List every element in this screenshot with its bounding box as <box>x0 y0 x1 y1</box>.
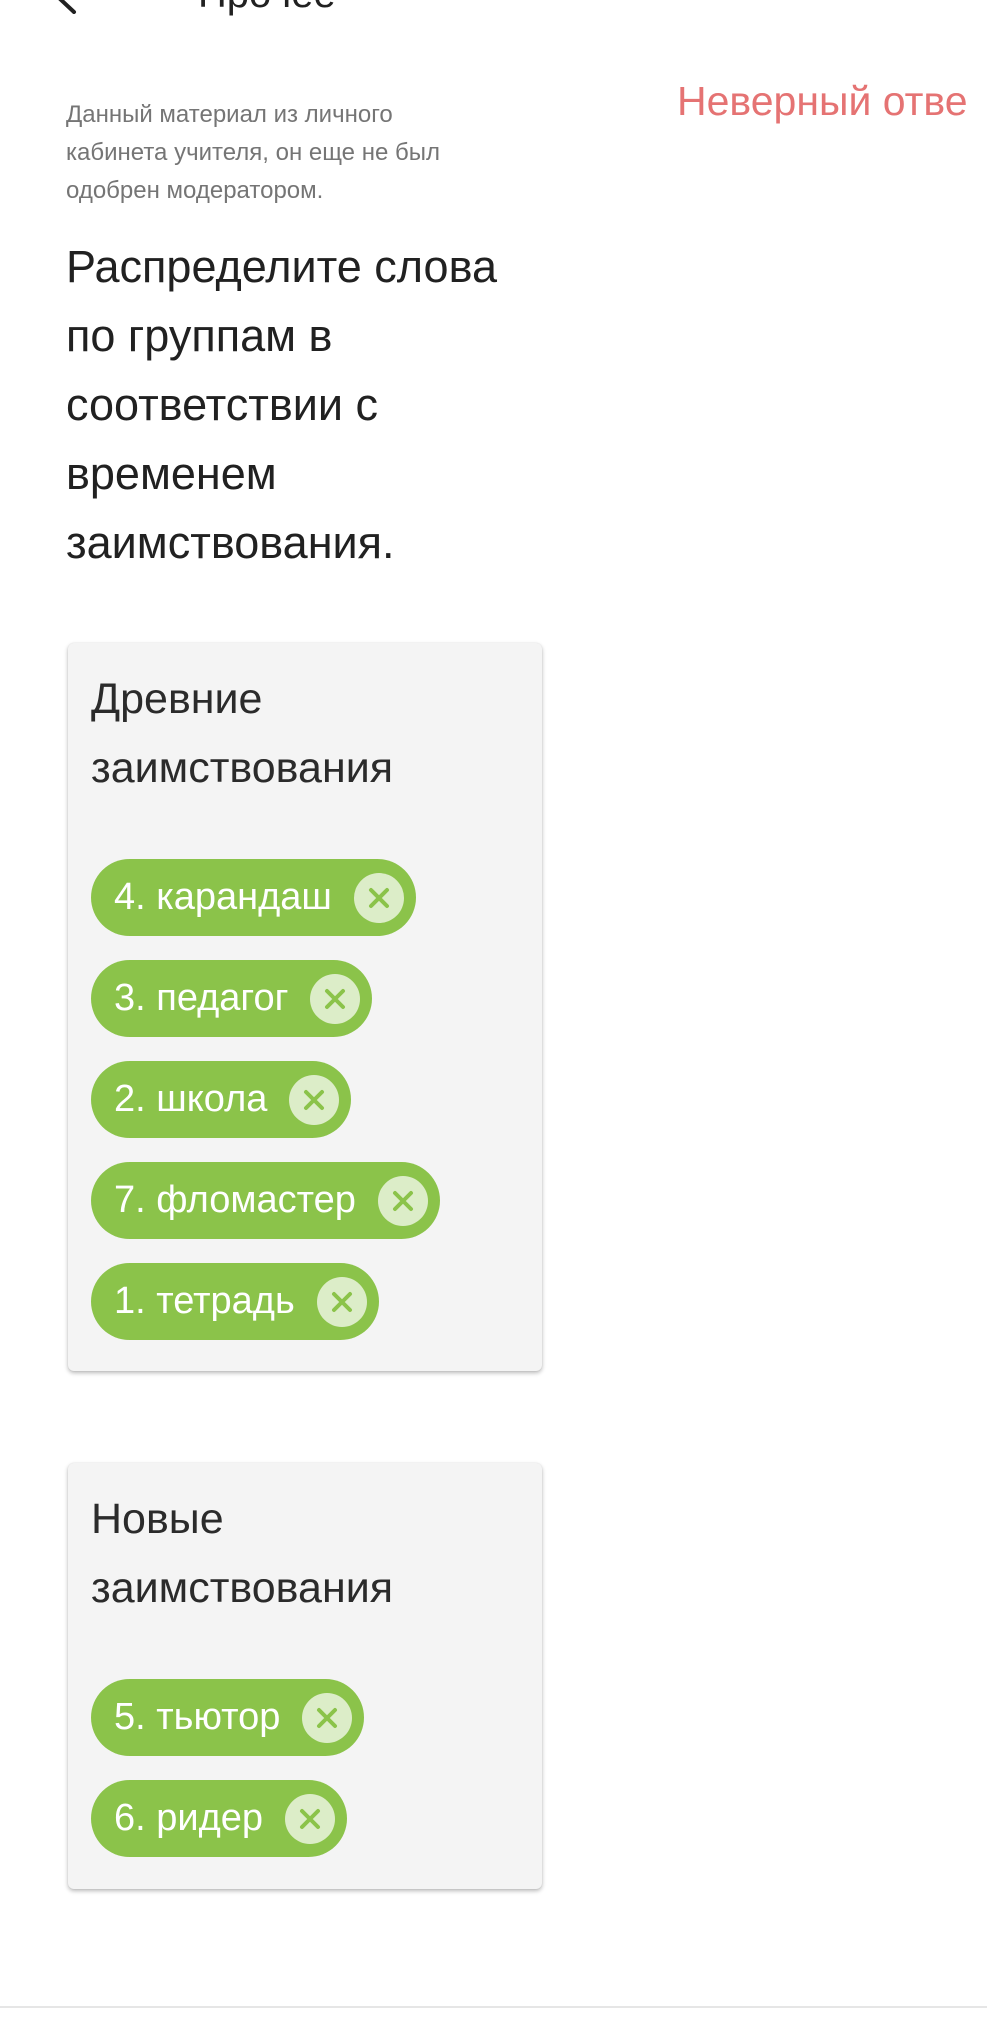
word-chip[interactable]: 7. фломастер <box>91 1162 440 1239</box>
divider <box>0 2006 987 2008</box>
word-chip[interactable]: 4. карандаш <box>91 859 416 936</box>
word-chip[interactable]: 6. ридер <box>91 1780 348 1857</box>
wrong-answer-status: Неверный отве <box>677 78 968 124</box>
chip-label: 4. карандаш <box>114 876 332 918</box>
chip-label: 1. тетрадь <box>114 1280 295 1322</box>
chip-label: 7. фломастер <box>114 1179 356 1221</box>
page-title: Прочее <box>198 0 336 17</box>
moderation-note: Данный материал из личного кабинета учит… <box>66 101 440 204</box>
arrow-left-icon[interactable] <box>48 0 82 14</box>
chip-label: 6. ридер <box>114 1797 264 1839</box>
word-chip[interactable]: 3. педагог <box>91 960 373 1037</box>
group-ancient-borrowings[interactable]: Древние заимствования 4. карандаш 3. пед… <box>68 643 542 1371</box>
group-title: Новые заимствования <box>91 1495 394 1612</box>
group-new-borrowings[interactable]: Новые заимствования 5. тьютор 6. ридер <box>68 1463 542 1889</box>
page: Прочее Неверный отве Данный материал из … <box>0 0 987 2031</box>
chip-label: 3. педагог <box>114 977 289 1019</box>
word-chip[interactable]: 1. тетрадь <box>91 1263 379 1340</box>
chip-label: 2. школа <box>114 1078 268 1120</box>
question-text: Распределите слова по группам в соответс… <box>66 241 498 568</box>
chip-label: 5. тьютор <box>114 1696 281 1738</box>
close-icon[interactable] <box>316 1276 367 1327</box>
word-chip[interactable]: 2. школа <box>91 1061 352 1138</box>
group-title: Древние заимствования <box>91 675 394 792</box>
word-chip[interactable]: 5. тьютор <box>91 1679 365 1756</box>
close-icon[interactable] <box>353 872 404 923</box>
close-icon[interactable] <box>302 1692 353 1743</box>
close-icon[interactable] <box>289 1074 340 1125</box>
close-icon[interactable] <box>377 1175 428 1226</box>
close-icon[interactable] <box>310 973 361 1024</box>
close-icon[interactable] <box>285 1793 336 1844</box>
